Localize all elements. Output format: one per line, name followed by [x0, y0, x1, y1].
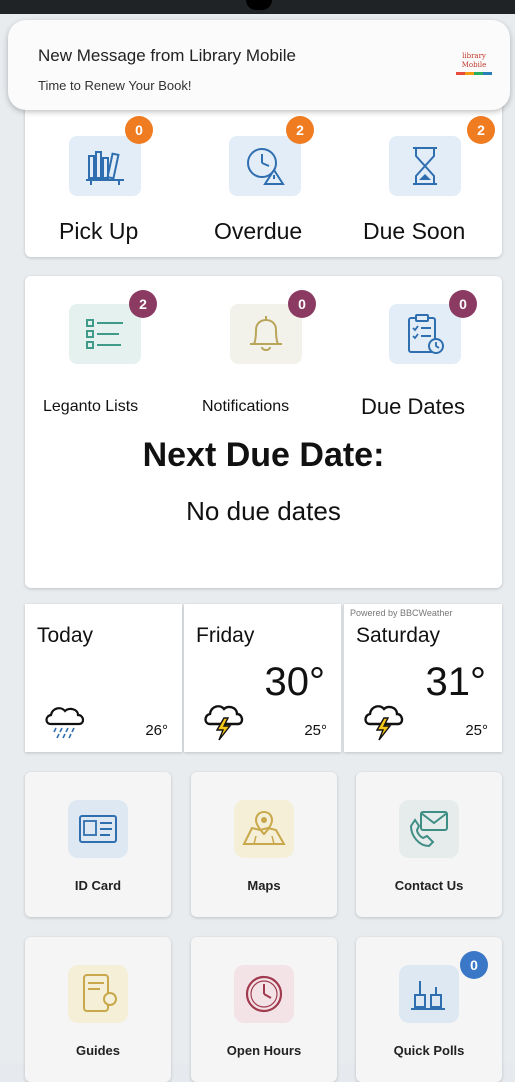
pick-up-icon-tile — [69, 136, 141, 196]
notifications-label: Notifications — [202, 398, 290, 415]
powered-by-bbc-weather: Powered by BBCWeather — [350, 608, 453, 618]
tile-open-hours[interactable]: Open Hours — [191, 937, 337, 1082]
books-on-shelf-icon — [86, 151, 124, 185]
logo-text-line1: library — [462, 52, 486, 60]
notifications-count-badge: 0 — [288, 290, 316, 318]
weather-day-label: Saturday — [356, 624, 441, 647]
guide-tablet-icon — [83, 974, 117, 1012]
clock-icon — [245, 975, 283, 1013]
rain-cloud-icon — [45, 707, 85, 739]
guides-icon-tile — [68, 965, 128, 1023]
overdue-label: Overdue — [214, 218, 303, 244]
tile-contact-us[interactable]: Contact Us — [356, 772, 502, 917]
weather-low-temp: 26° — [145, 722, 168, 739]
tile-label: Maps — [247, 878, 281, 893]
weather-low-temp: 25° — [465, 722, 488, 739]
quick-polls-icon-tile — [399, 965, 459, 1023]
overdue-count-badge: 2 — [286, 116, 314, 144]
due-dates-count-badge: 0 — [449, 290, 477, 318]
weather-low-temp: 25° — [304, 722, 327, 739]
push-notification[interactable]: New Message from Library Mobile Time to … — [8, 20, 510, 110]
weather-day-label: Friday — [196, 624, 255, 647]
notification-title: New Message from Library Mobile — [38, 46, 296, 65]
tile-maps[interactable]: Maps — [191, 772, 337, 917]
due-soon-label: Due Soon — [363, 218, 466, 244]
phone-mail-icon — [409, 811, 448, 848]
due-soon-count-badge: 2 — [467, 116, 495, 144]
id-card-icon — [79, 815, 117, 843]
loans-card: 0 Pick Up 2 Overdue 2 Due Soon — [25, 100, 502, 257]
pick-up-count-badge: 0 — [125, 116, 153, 144]
due-dates-icon-tile — [389, 304, 461, 364]
weather-day-label: Today — [37, 624, 94, 647]
tile-id-card[interactable]: ID Card — [25, 772, 171, 917]
notification-body: Time to Renew Your Book! — [38, 78, 192, 93]
logo-rainbow-bar — [456, 72, 492, 75]
due-soon-icon-tile — [389, 136, 461, 196]
library-mobile-logo: library Mobile — [456, 52, 492, 75]
tile-label: Quick Polls — [393, 1043, 465, 1058]
leganto-lists-label: Leganto Lists — [43, 398, 139, 415]
loan-pick-up[interactable]: 0 Pick Up — [25, 100, 184, 257]
leganto-lists-item[interactable]: 2 Leganto Lists — [25, 276, 184, 426]
due-dates-item[interactable]: 0 Due Dates — [343, 276, 502, 426]
quick-polls-count-badge: 0 — [460, 951, 488, 979]
logo-text-line2: Mobile — [461, 61, 487, 69]
weather-high-temp: 31° — [425, 660, 487, 704]
weather-high-temp: 30° — [264, 660, 326, 704]
hourglass-icon — [413, 147, 437, 185]
maps-icon-tile — [234, 800, 294, 858]
poll-icon — [411, 981, 445, 1010]
next-due-date-heading: Next Due Date: — [142, 436, 385, 474]
tile-guides[interactable]: Guides — [25, 937, 171, 1082]
due-dates-label: Due Dates — [361, 394, 465, 419]
tile-quick-polls[interactable]: 0 Quick Polls — [356, 937, 502, 1082]
contact-us-icon-tile — [399, 800, 459, 858]
list-icon — [86, 319, 123, 349]
next-due-date-value: No due dates — [186, 496, 341, 526]
leganto-lists-icon-tile — [69, 304, 141, 364]
open-hours-icon-tile — [234, 965, 294, 1023]
leganto-lists-count-badge: 2 — [129, 290, 157, 318]
overdue-icon-tile — [229, 136, 301, 196]
weather-today[interactable]: Today 26° — [25, 604, 182, 752]
checklist-clipboard-icon — [408, 314, 444, 354]
tile-label: ID Card — [74, 878, 122, 893]
weather-friday[interactable]: Friday 30° 25° — [184, 604, 341, 752]
account-card: 2 Leganto Lists 0 Notifications 0 Due Da… — [25, 276, 502, 588]
thunder-cloud-icon — [204, 705, 244, 741]
camera-notch — [246, 0, 272, 10]
tile-label: Open Hours — [226, 1043, 302, 1058]
thunder-cloud-icon — [364, 705, 404, 741]
bell-icon — [250, 316, 282, 351]
tile-label: Contact Us — [394, 878, 464, 893]
loan-due-soon[interactable]: 2 Due Soon — [343, 100, 502, 257]
pick-up-label: Pick Up — [59, 218, 139, 244]
loan-overdue[interactable]: 2 Overdue — [184, 100, 343, 257]
notifications-item[interactable]: 0 Notifications — [184, 276, 343, 426]
status-bar — [0, 0, 515, 14]
clock-warning-icon — [247, 148, 285, 185]
map-icon — [242, 810, 286, 845]
tile-label: Guides — [75, 1043, 121, 1058]
weather-saturday[interactable]: Powered by BBCWeather Saturday 31° 25° — [344, 604, 502, 752]
id-card-icon-tile — [68, 800, 128, 858]
